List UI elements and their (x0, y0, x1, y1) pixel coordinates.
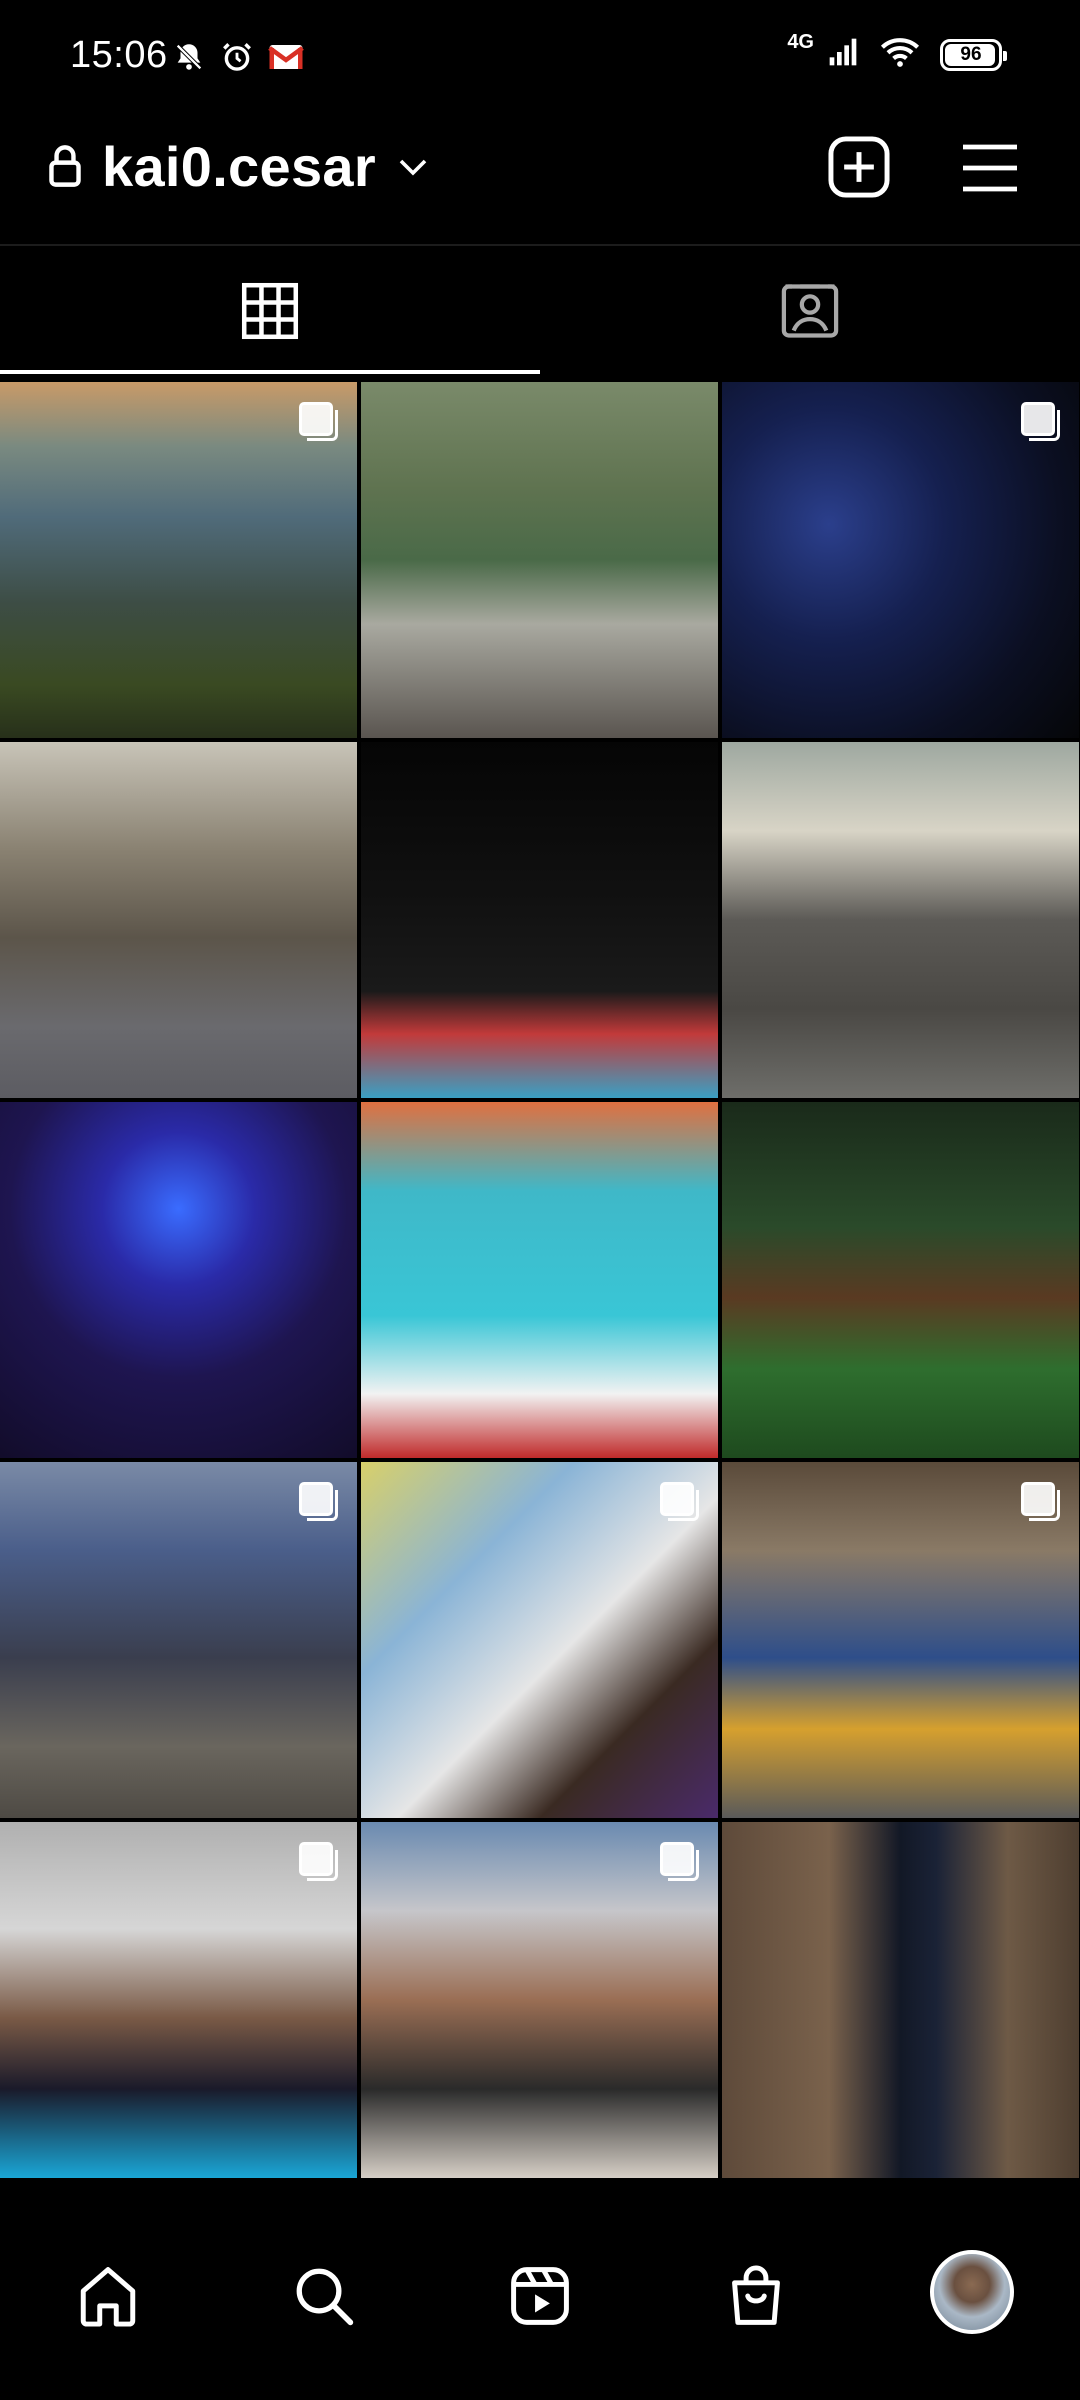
grid-icon (241, 282, 299, 340)
account-username[interactable]: kai0.cesar (102, 134, 376, 199)
tab-posts-grid[interactable] (0, 246, 540, 376)
post-thumbnail[interactable] (0, 1102, 357, 1458)
status-icons-left (172, 40, 304, 79)
new-post-button[interactable] (826, 134, 892, 200)
post-thumbnail[interactable] (722, 1102, 1079, 1458)
tagged-user-icon (781, 284, 839, 338)
wifi-icon (880, 36, 920, 73)
nav-home[interactable] (68, 2256, 148, 2336)
post-thumbnail[interactable] (722, 1462, 1079, 1818)
active-tab-indicator (0, 370, 540, 374)
alarm-icon (220, 40, 254, 79)
status-icons-right: 4G 96 (787, 31, 1007, 73)
nav-reels[interactable] (500, 2256, 580, 2336)
lock-icon (48, 144, 82, 193)
status-bar: 15:06 4G 96 (0, 0, 1080, 118)
home-icon (80, 2267, 136, 2327)
bottom-navigation (0, 2222, 1080, 2400)
carousel-icon (1021, 1482, 1060, 1521)
carousel-icon (660, 1842, 699, 1881)
search-icon (296, 2268, 354, 2326)
carousel-icon (299, 1842, 338, 1881)
network-type: 4G (787, 31, 814, 53)
battery-icon: 96 (940, 38, 1007, 71)
chevron-down-icon[interactable] (398, 156, 428, 183)
post-thumbnail[interactable] (722, 382, 1079, 738)
plus-square-icon (828, 136, 890, 198)
nav-shop[interactable] (716, 2256, 796, 2336)
cellular-signal-icon (826, 36, 860, 73)
posts-grid (0, 382, 1080, 2178)
nav-search[interactable] (284, 2256, 364, 2336)
post-thumbnail[interactable] (722, 742, 1079, 1098)
post-thumbnail[interactable] (722, 1822, 1079, 2178)
post-thumbnail[interactable] (361, 1102, 718, 1458)
menu-button[interactable] (960, 140, 1020, 196)
status-time: 15:06 (70, 34, 168, 76)
gmail-icon (268, 42, 304, 77)
carousel-icon (1021, 402, 1060, 441)
battery-percent: 96 (960, 43, 982, 65)
tab-tagged[interactable] (540, 246, 1080, 376)
carousel-icon (660, 1482, 699, 1521)
carousel-icon (299, 402, 338, 441)
profile-header: kai0.cesar (0, 118, 1080, 246)
post-thumbnail[interactable] (361, 1462, 718, 1818)
post-thumbnail[interactable] (0, 1822, 357, 2178)
post-thumbnail[interactable] (0, 1462, 357, 1818)
post-thumbnail[interactable] (361, 382, 718, 738)
carousel-icon (299, 1482, 338, 1521)
notifications-muted-icon (172, 40, 206, 79)
hamburger-menu-icon (963, 144, 1017, 192)
post-thumbnail[interactable] (0, 382, 357, 738)
nav-profile-avatar[interactable] (930, 2250, 1014, 2334)
profile-tabs (0, 246, 1080, 376)
shop-icon (732, 2265, 780, 2325)
reels-icon (511, 2267, 569, 2325)
post-thumbnail[interactable] (361, 1822, 718, 2178)
post-thumbnail[interactable] (361, 742, 718, 1098)
post-thumbnail[interactable] (0, 742, 357, 1098)
